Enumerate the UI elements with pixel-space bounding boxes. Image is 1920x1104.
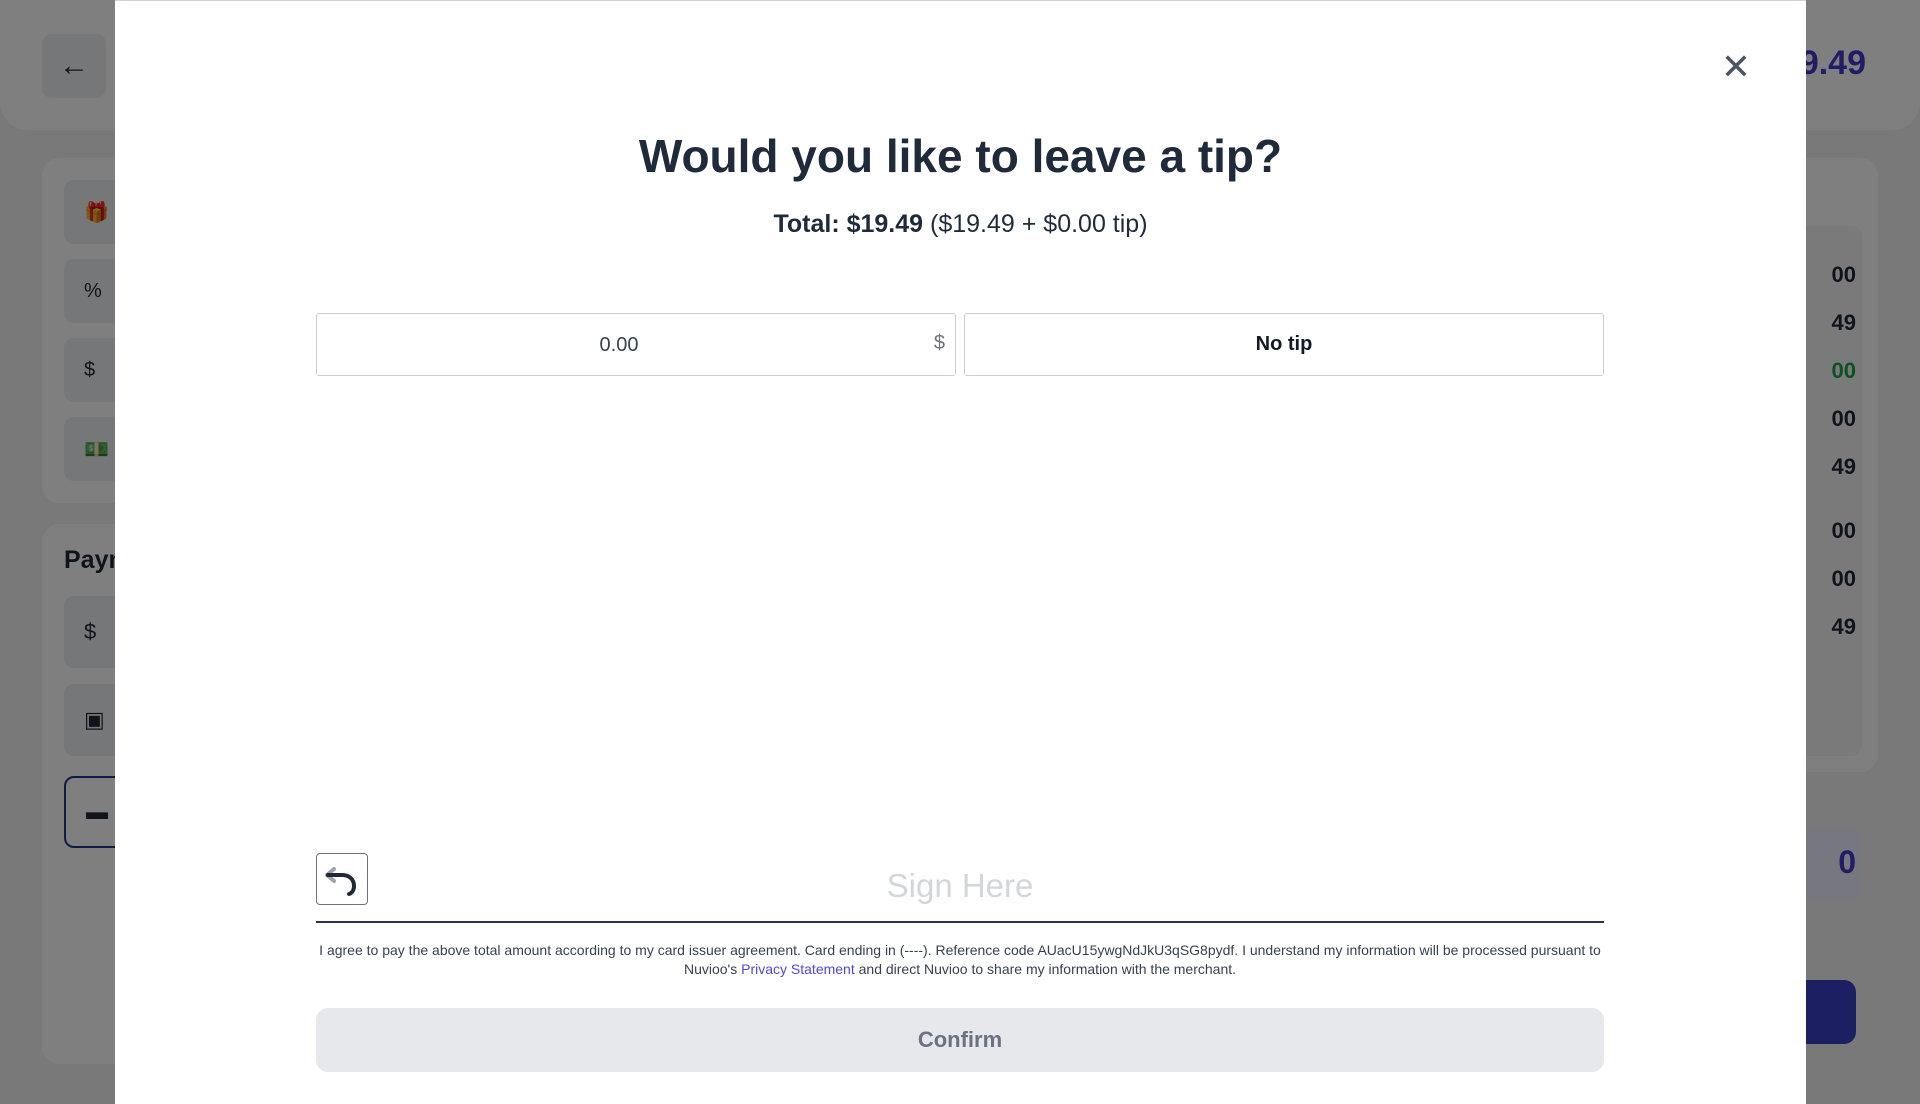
agreement-text: I agree to pay the above total amount ac…	[316, 941, 1604, 979]
total-summary: Total: $19.49 ($19.49 + $0.00 tip)	[115, 210, 1806, 239]
close-icon: ✕	[1720, 46, 1752, 87]
custom-tip-input[interactable]	[317, 314, 921, 377]
custom-tip-field: $	[316, 313, 956, 377]
no-tip-button[interactable]: No tip	[964, 313, 1604, 376]
privacy-statement-link[interactable]: Privacy Statement	[741, 961, 855, 977]
tip-options-row: $ No tip	[316, 313, 1604, 377]
total-label: Total: $19.49	[773, 210, 924, 238]
total-breakdown: ($19.49 + $0.00 tip)	[930, 210, 1148, 238]
currency-symbol: $	[933, 332, 945, 354]
signature-line	[316, 921, 1604, 923]
signature-pad[interactable]: Sign Here	[316, 391, 1604, 923]
confirm-button[interactable]: Confirm	[316, 1008, 1604, 1072]
tip-modal: ✕ Would you like to leave a tip? Total: …	[115, 0, 1806, 1104]
modal-title: Would you like to leave a tip?	[638, 130, 1283, 182]
close-button[interactable]: ✕	[1718, 49, 1754, 85]
agreement-text-part2: and direct Nuvioo to share my informatio…	[854, 961, 1237, 977]
sign-here-placeholder: Sign Here	[886, 867, 1034, 904]
